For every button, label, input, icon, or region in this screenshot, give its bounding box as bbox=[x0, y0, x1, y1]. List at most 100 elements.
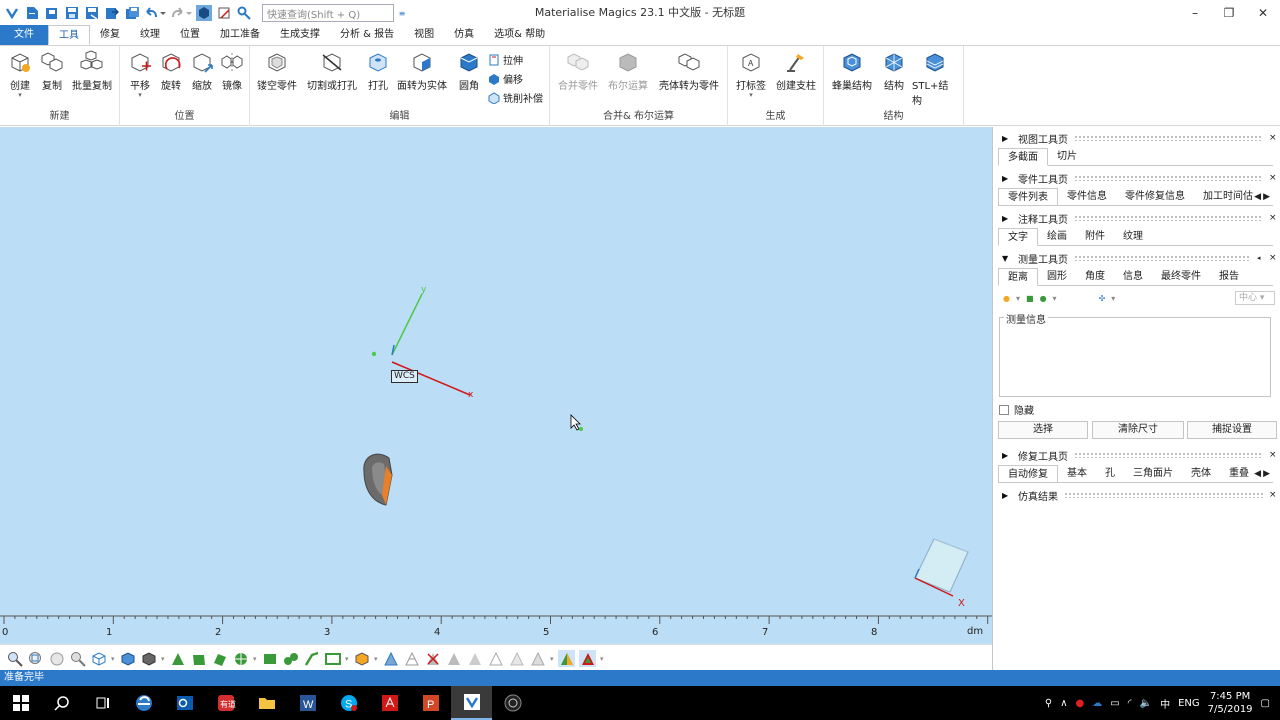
line-snap-icon[interactable]: ■ bbox=[1026, 294, 1034, 303]
tab-scroll-right-icon[interactable]: ▶ bbox=[1263, 465, 1270, 482]
mark-shell-icon[interactable] bbox=[529, 650, 546, 667]
clear-dimensions-button[interactable]: 清除尺寸 bbox=[1092, 421, 1184, 439]
quick-search-icon[interactable] bbox=[236, 5, 252, 21]
close-panel-icon[interactable]: × bbox=[1269, 253, 1280, 263]
orientation-cube[interactable] bbox=[914, 538, 969, 597]
youdao-icon[interactable]: 有道 bbox=[205, 686, 246, 720]
word-icon[interactable]: W bbox=[287, 686, 328, 720]
shell-to-part-button[interactable]: 壳体转为零件 bbox=[658, 50, 720, 92]
tab-holes[interactable]: 孔 bbox=[1096, 465, 1124, 482]
offset-button[interactable]: 偏移 bbox=[488, 71, 523, 86]
tab-auto-repair[interactable]: 自动修复 bbox=[998, 465, 1058, 482]
people-icon[interactable]: ⚲ bbox=[1045, 698, 1052, 709]
export-icon[interactable] bbox=[104, 5, 120, 21]
selection-mode-icon[interactable] bbox=[196, 5, 212, 21]
tab-generate-support[interactable]: 生成支撑 bbox=[270, 25, 330, 45]
language-indicator[interactable]: ENG bbox=[1178, 698, 1200, 709]
tab-triangles[interactable]: 三角面片 bbox=[1124, 465, 1182, 482]
color-dropdown-icon[interactable]: ▾ bbox=[600, 655, 604, 663]
repair-toolpage-header[interactable]: ▶ 修复工具页 × bbox=[993, 446, 1280, 464]
clock[interactable]: 7:45 PM 7/5/2019 bbox=[1208, 690, 1253, 716]
render-dropdown-icon[interactable]: ▾ bbox=[161, 655, 165, 663]
tab-part-repair-info[interactable]: 零件修复信息 bbox=[1116, 188, 1194, 205]
mark-contour-icon[interactable] bbox=[261, 650, 278, 667]
select-triangle-icon[interactable] bbox=[169, 650, 186, 667]
battery-icon[interactable]: ▭ bbox=[1110, 698, 1119, 709]
tab-angle[interactable]: 角度 bbox=[1076, 268, 1114, 286]
simulation-results-header[interactable]: ▶ 仿真结果 × bbox=[993, 486, 1280, 504]
annotation-toolpage-header[interactable]: ▶ 注释工具页 × bbox=[993, 209, 1280, 227]
close-panel-icon[interactable]: × bbox=[1269, 213, 1280, 223]
tab-analysis-report[interactable]: 分析 & 报告 bbox=[330, 25, 404, 45]
scale-button[interactable]: 缩放 bbox=[188, 50, 216, 92]
edge-browser-icon[interactable] bbox=[123, 686, 164, 720]
file-explorer-icon[interactable] bbox=[246, 686, 287, 720]
measure-toolpage-header[interactable]: ▼ 测量工具页 ◂ × bbox=[993, 249, 1280, 267]
3d-viewport[interactable]: WCS y x X bbox=[0, 127, 992, 644]
tab-view[interactable]: 视图 bbox=[404, 25, 444, 45]
zoom-fit-icon[interactable] bbox=[69, 650, 86, 667]
create-support-button[interactable]: 创建支柱 bbox=[774, 50, 818, 92]
part-dropdown-icon[interactable]: ▾ bbox=[374, 655, 378, 663]
select-shell-icon[interactable] bbox=[232, 650, 249, 667]
select-plane-icon[interactable] bbox=[190, 650, 207, 667]
tab-overlap[interactable]: 重叠 bbox=[1220, 465, 1258, 482]
tab-shells[interactable]: 壳体 bbox=[1182, 465, 1220, 482]
mark-edge-icon[interactable] bbox=[303, 650, 320, 667]
tab-part-list[interactable]: 零件列表 bbox=[998, 188, 1058, 205]
start-button[interactable] bbox=[0, 686, 41, 720]
part-toolpage-header[interactable]: ▶ 零件工具页 × bbox=[993, 169, 1280, 187]
select-button[interactable]: 选择 bbox=[998, 421, 1088, 439]
mill-compensate-button[interactable]: 铣削补偿 bbox=[488, 90, 543, 105]
part-model[interactable] bbox=[363, 351, 393, 506]
copy-button[interactable]: 复制 bbox=[38, 50, 66, 92]
stl-structure-button[interactable]: STL+结构 bbox=[912, 50, 958, 107]
close-button[interactable]: ✕ bbox=[1246, 0, 1280, 26]
customize-qat-icon[interactable]: ≡ bbox=[398, 5, 406, 21]
notification-icon[interactable]: ▢ bbox=[1261, 698, 1270, 709]
tab-scroll-left-icon[interactable]: ◀ bbox=[1254, 465, 1261, 482]
onedrive-icon[interactable]: ☁ bbox=[1092, 698, 1102, 709]
extrude-button[interactable]: 拉伸 bbox=[488, 52, 523, 67]
zoom-icon[interactable] bbox=[6, 650, 23, 667]
pan-icon[interactable] bbox=[48, 650, 65, 667]
obs-icon[interactable] bbox=[492, 686, 533, 720]
tab-circle[interactable]: 圆形 bbox=[1038, 268, 1076, 286]
acrobat-icon[interactable] bbox=[369, 686, 410, 720]
outlook-icon[interactable] bbox=[164, 686, 205, 720]
honeycomb-button[interactable]: 蜂巢结构 bbox=[830, 50, 874, 92]
collapse-arrow-icon[interactable]: ▼ bbox=[1002, 254, 1012, 263]
fillet-button[interactable]: 圆角 bbox=[455, 50, 483, 92]
invert-mark-icon[interactable] bbox=[445, 650, 462, 667]
mark-connected-icon[interactable] bbox=[282, 650, 299, 667]
triangle-mesh-icon[interactable] bbox=[382, 650, 399, 667]
tab-build-time-estimate[interactable]: 加工时间估 bbox=[1194, 188, 1262, 205]
save-as-icon[interactable] bbox=[84, 5, 100, 21]
hollow-part-button[interactable]: 镂空零件 bbox=[256, 50, 298, 92]
tab-scroll-left-icon[interactable]: ◀ bbox=[1254, 188, 1261, 205]
select-through-icon[interactable] bbox=[216, 5, 232, 21]
tab-position[interactable]: 位置 bbox=[170, 25, 210, 45]
batch-copy-button[interactable]: 批量复制 bbox=[70, 50, 114, 92]
merge-parts-button[interactable]: 合并零件 bbox=[556, 50, 600, 92]
mark-box-icon[interactable] bbox=[324, 650, 341, 667]
snap-target-icon[interactable]: ✣ bbox=[1099, 294, 1106, 303]
tab-texture[interactable]: 纹理 bbox=[130, 25, 170, 45]
face-to-solid-button[interactable]: 面转为实体 bbox=[396, 50, 448, 92]
undo-icon[interactable] bbox=[144, 5, 166, 21]
app-logo-icon[interactable] bbox=[4, 5, 20, 21]
minimize-button[interactable]: – bbox=[1178, 0, 1212, 26]
tab-tools[interactable]: 工具 bbox=[48, 25, 90, 45]
tab-attachment[interactable]: 附件 bbox=[1076, 228, 1114, 246]
tab-basic[interactable]: 基本 bbox=[1058, 465, 1096, 482]
expand-arrow-icon[interactable]: ▶ bbox=[1002, 451, 1012, 460]
tab-options-help[interactable]: 选项& 帮助 bbox=[484, 25, 555, 45]
close-panel-icon[interactable]: × bbox=[1269, 490, 1280, 500]
recording-icon[interactable]: ● bbox=[1076, 698, 1085, 709]
tab-build-prep[interactable]: 加工准备 bbox=[210, 25, 270, 45]
wireframe-icon[interactable] bbox=[403, 650, 420, 667]
tab-multi-section[interactable]: 多截面 bbox=[998, 148, 1048, 166]
tab-info[interactable]: 信息 bbox=[1114, 268, 1152, 286]
new-file-icon[interactable] bbox=[24, 5, 40, 21]
expand-mark-icon[interactable] bbox=[466, 650, 483, 667]
